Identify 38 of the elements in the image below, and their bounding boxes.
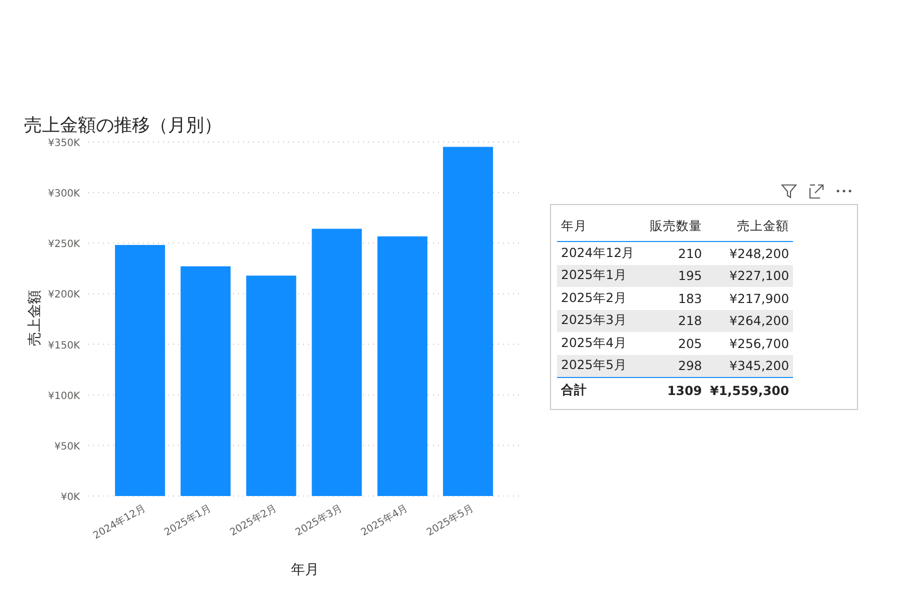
x-axis-title: 年月: [291, 562, 319, 578]
column-header[interactable]: 販売数量: [641, 211, 706, 242]
table-cell: ¥256,700: [706, 332, 794, 354]
y-tick-label: ¥0K: [60, 492, 80, 503]
filter-icon[interactable]: [781, 184, 797, 198]
table-cell: 2025年5月: [557, 354, 641, 378]
table-cell: 2025年3月: [557, 310, 641, 332]
more-options-icon[interactable]: [836, 189, 852, 193]
total-cell: 1309: [641, 378, 706, 402]
table-cell: ¥227,100: [706, 264, 794, 287]
total-cell: 合計: [557, 378, 641, 402]
y-tick-label: ¥100K: [48, 390, 80, 402]
table-cell: 2025年2月: [557, 287, 641, 310]
y-tick-label: ¥50K: [54, 441, 80, 452]
y-tick-label: ¥150K: [48, 340, 80, 352]
table-cell: ¥264,200: [706, 310, 794, 332]
table-cell: 195: [641, 264, 706, 287]
y-tick-label: ¥250K: [48, 239, 80, 250]
table-cell: 2025年1月: [557, 264, 641, 287]
column-header[interactable]: 売上金額: [706, 211, 794, 242]
chart-title: 売上金額の推移（月別）: [24, 115, 222, 136]
y-tick-label: ¥300K: [48, 188, 80, 200]
table-cell: 183: [641, 287, 706, 310]
column-header[interactable]: 年月: [557, 211, 641, 242]
total-cell: ¥1,559,300: [706, 378, 794, 402]
table-cell: 218: [641, 310, 706, 332]
table-cell: 205: [641, 332, 706, 354]
y-tick-label: ¥200K: [48, 290, 80, 301]
y-axis-title: 売上金額: [27, 290, 43, 346]
table-cell: ¥217,900: [706, 287, 794, 310]
table-cell: 2024年12月: [557, 242, 641, 264]
table-cell: ¥345,200: [706, 354, 794, 378]
y-tick-label: ¥350K: [48, 138, 80, 149]
table-cell: 2025年4月: [557, 332, 641, 354]
table-cell: 210: [641, 242, 706, 264]
table-cell: 298: [641, 354, 706, 378]
focus-mode-icon[interactable]: [809, 184, 824, 198]
table-cell: ¥248,200: [706, 242, 794, 264]
